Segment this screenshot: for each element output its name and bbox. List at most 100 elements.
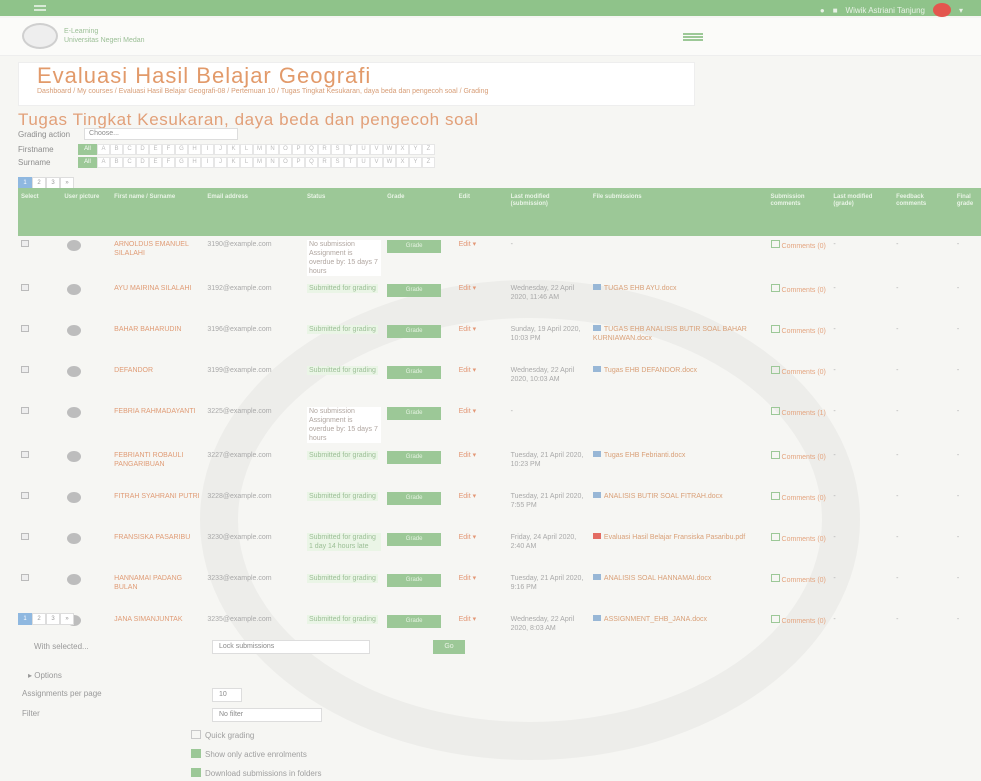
chevron-down-icon[interactable]: ▾ [471,408,477,415]
menu-icon[interactable] [34,5,46,11]
comments-link[interactable]: Comments (0) [771,287,826,294]
per-page-select[interactable]: 10 [212,688,242,702]
chevron-down-icon[interactable]: ▾ [471,575,477,582]
student-name[interactable]: JANA SIMANJUNTAK [111,611,204,652]
page-link-4[interactable]: » [60,613,74,625]
letter-filter-s[interactable]: S [331,144,344,155]
student-name[interactable]: ARNOLDUS EMANUEL SILALAHI [111,236,204,280]
student-name[interactable]: FITRAH SYAHRANI PUTRI [111,488,204,529]
letter-filter-x[interactable]: X [396,144,409,155]
letter-filter-t[interactable]: T [344,157,357,168]
letter-filter-n[interactable]: N [266,144,279,155]
file-link[interactable]: Evaluasi Hasil Belajar Fransiska Pasarib… [604,534,745,541]
letter-filter-p[interactable]: P [292,157,305,168]
letter-filter-j[interactable]: J [214,144,227,155]
column-header[interactable]: Last modified (submission) [507,188,590,236]
grade-button[interactable]: Grade [387,451,442,464]
comments-link[interactable]: Comments (0) [771,454,826,461]
letter-filter-k[interactable]: K [227,157,240,168]
file-link[interactable]: Tugas EHB Febrianti.docx [604,452,685,459]
letter-filter-j[interactable]: J [214,157,227,168]
comments-link[interactable]: Comments (0) [771,369,826,376]
row-checkbox[interactable] [21,366,29,373]
letter-filter-g[interactable]: G [175,157,188,168]
column-header[interactable]: First name / Surname [111,188,205,236]
row-checkbox[interactable] [21,492,29,499]
user-picture[interactable] [67,407,82,418]
comments-link[interactable]: Comments (0) [771,536,826,543]
chevron-down-icon[interactable]: ▾ [471,326,477,333]
with-selected-select[interactable]: Lock submissions [212,640,370,654]
row-checkbox[interactable] [21,533,29,540]
grade-button[interactable]: Grade [387,615,442,628]
grade-button[interactable]: Grade [387,407,442,420]
grade-button[interactable]: Grade [387,240,442,253]
breadcrumb[interactable]: Dashboard / My courses / Evaluasi Hasil … [37,87,657,96]
letter-filter-w[interactable]: W [383,157,396,168]
edit-menu[interactable]: Edit [459,285,471,292]
student-name[interactable]: DEFANDOR [111,362,204,403]
row-checkbox[interactable] [21,407,29,414]
letter-filter-k[interactable]: K [227,144,240,155]
quick-grading-checkbox[interactable]: Quick grading [191,730,254,740]
file-link[interactable]: ANALISIS SOAL HANNAMAI.docx [604,575,712,582]
row-checkbox[interactable] [21,451,29,458]
user-picture[interactable] [67,366,82,377]
edit-menu[interactable]: Edit [459,534,471,541]
user-picture[interactable] [67,284,82,295]
column-header[interactable]: Edit [455,188,508,236]
letter-filter-y[interactable]: Y [409,144,422,155]
edit-menu[interactable]: Edit [459,367,471,374]
user-picture[interactable] [67,451,82,462]
column-header[interactable]: Final grade [953,188,981,236]
letter-filter-m[interactable]: M [253,157,266,168]
letter-filter-a[interactable]: A [97,144,110,155]
letter-filter-all[interactable]: All [78,144,97,155]
letter-filter-r[interactable]: R [318,157,331,168]
letter-filter-e[interactable]: E [149,144,162,155]
row-checkbox[interactable] [21,240,29,247]
letter-filter-e[interactable]: E [149,157,162,168]
letter-filter-d[interactable]: D [136,144,149,155]
chat-icon[interactable]: ■ [833,6,838,15]
comments-link[interactable]: Comments (0) [771,495,826,502]
column-header[interactable]: Submission comments [767,188,831,236]
user-picture[interactable] [67,240,82,251]
letter-filter-v[interactable]: V [370,144,383,155]
chevron-down-icon[interactable]: ▾ [471,367,477,374]
university-logo[interactable] [22,23,58,49]
grading-action-select[interactable]: Choose... [84,128,239,140]
column-header[interactable]: Last modified (grade) [830,188,894,236]
file-link[interactable]: ANALISIS BUTIR SOAL FITRAH.docx [604,493,723,500]
student-name[interactable]: FRANSISKA PASARIBU [111,529,204,570]
letter-filter-o[interactable]: O [279,157,292,168]
letter-filter-l[interactable]: L [240,157,253,168]
letter-filter-t[interactable]: T [344,144,357,155]
letter-filter-r[interactable]: R [318,144,331,155]
chevron-down-icon[interactable]: ▾ [471,452,477,459]
chevron-down-icon[interactable]: ▾ [471,534,477,541]
grade-button[interactable]: Grade [387,574,442,587]
column-header[interactable]: Select [18,188,62,236]
letter-filter-h[interactable]: H [188,157,201,168]
comments-link[interactable]: Comments (1) [771,410,826,417]
letter-filter-i[interactable]: I [201,144,214,155]
column-header[interactable]: Feedback comments [893,188,954,236]
student-name[interactable]: FEBRIANTI ROBAULI PANGARIBUAN [111,447,204,488]
chevron-down-icon[interactable]: ▾ [959,6,963,15]
letter-filter-z[interactable]: Z [422,144,435,155]
comments-link[interactable]: Comments (0) [771,577,826,584]
student-name[interactable]: BAHAR BAHARUDIN [111,321,204,362]
column-header[interactable]: User picture [61,188,112,236]
grade-button[interactable]: Grade [387,492,442,505]
student-name[interactable]: FEBRIA RAHMADAYANTI [111,403,204,447]
page-link-1[interactable]: 1 [18,613,32,625]
letter-filter-f[interactable]: F [162,144,175,155]
user-name[interactable]: Wiwik Astriani Tanjung [846,6,925,15]
letter-filter-c[interactable]: C [123,157,136,168]
grade-button[interactable]: Grade [387,325,442,338]
letter-filter-n[interactable]: N [266,157,279,168]
letter-filter-x[interactable]: X [396,157,409,168]
letter-filter-i[interactable]: I [201,157,214,168]
chevron-down-icon[interactable]: ▾ [471,616,477,623]
